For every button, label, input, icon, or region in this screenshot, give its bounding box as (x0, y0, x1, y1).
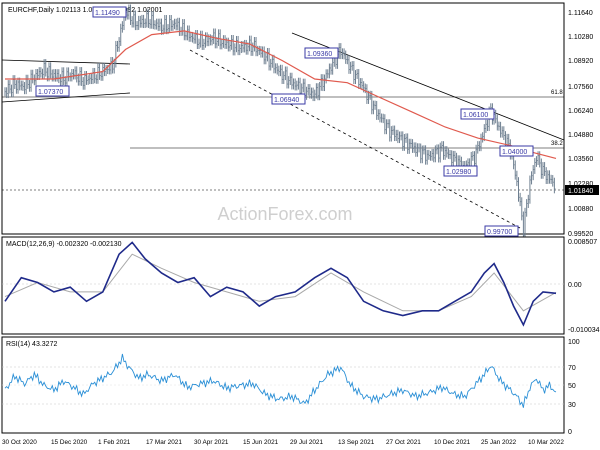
price-tick: 1.11640 (568, 10, 593, 17)
price-tick: 1.10280 (568, 34, 593, 41)
fib-382-label: 38.2 (551, 141, 563, 147)
x-tick: 17 Mar 2021 (146, 439, 182, 446)
macd-title: MACD(12,26,9) -0.002320 -0.002130 (6, 241, 122, 248)
price-tick: 1.08920 (568, 58, 593, 65)
x-tick: 15 Jun 2021 (243, 439, 279, 446)
rsi-tick: 50 (568, 383, 576, 390)
x-tick: 10 Mar 2022 (528, 439, 564, 446)
annotation-label: 1.04000 (502, 149, 527, 156)
macd-tick: 0.008507 (568, 239, 597, 246)
annotation-label: 0.99700 (487, 229, 512, 236)
macd-tick: -0.010034 (568, 327, 600, 334)
x-tick: 29 Jul 2021 (290, 439, 323, 446)
price-tick: 1.06240 (568, 108, 593, 115)
x-tick: 13 Sep 2021 (338, 439, 375, 446)
macd-pane (1, 236, 565, 335)
forex-chart: EURCHF,Daily 1.02113 1.02380 1.01992 1.0… (0, 0, 600, 450)
price-tick: 1.04880 (568, 132, 593, 139)
annotation-label: 1.02980 (446, 169, 471, 176)
price-chart-title: EURCHF,Daily 1.02113 1.02380 1.01992 1.0… (8, 7, 162, 14)
annotation-label: 1.07370 (38, 89, 63, 96)
chart-svg: EURCHF,Daily 1.02113 1.02380 1.01992 1.0… (1, 2, 600, 446)
annotation-label: 1.11490 (95, 10, 120, 17)
fib-618-label: 61.8 (551, 90, 563, 96)
rsi-tick: 100 (568, 339, 580, 346)
price-y-ticks: 1.11640 1.10280 1.08920 1.07560 1.06240 … (568, 10, 593, 238)
x-tick: 10 Dec 2021 (434, 439, 471, 446)
rsi-title: RSI(14) 43.3272 (6, 341, 57, 348)
price-tick: 1.00880 (568, 206, 593, 213)
annotation-label: 1.06940 (274, 97, 299, 104)
x-tick: 25 Jan 2022 (481, 439, 517, 446)
x-axis: 30 Oct 2020 15 Dec 2020 1 Feb 2021 17 Ma… (2, 439, 564, 446)
x-tick: 30 Apr 2021 (194, 439, 229, 446)
x-tick: 27 Oct 2021 (386, 439, 421, 446)
x-tick: 30 Oct 2020 (2, 439, 37, 446)
rsi-tick: 70 (568, 365, 576, 372)
price-tick: 0.99520 (568, 231, 593, 238)
x-tick: 1 Feb 2021 (98, 439, 131, 446)
rsi-tick: 30 (568, 402, 576, 409)
x-tick: 15 Dec 2020 (51, 439, 88, 446)
price-tag: 1.01840 (568, 188, 593, 195)
price-tick: 1.07560 (568, 84, 593, 91)
watermark: ActionForex.com (217, 204, 352, 224)
price-tick: 1.03560 (568, 156, 593, 163)
annotation-label: 1.06100 (463, 112, 488, 119)
rsi-tick: 0 (568, 429, 572, 436)
annotation-label: 1.09360 (307, 51, 332, 58)
macd-tick: 0.00 (568, 282, 582, 289)
